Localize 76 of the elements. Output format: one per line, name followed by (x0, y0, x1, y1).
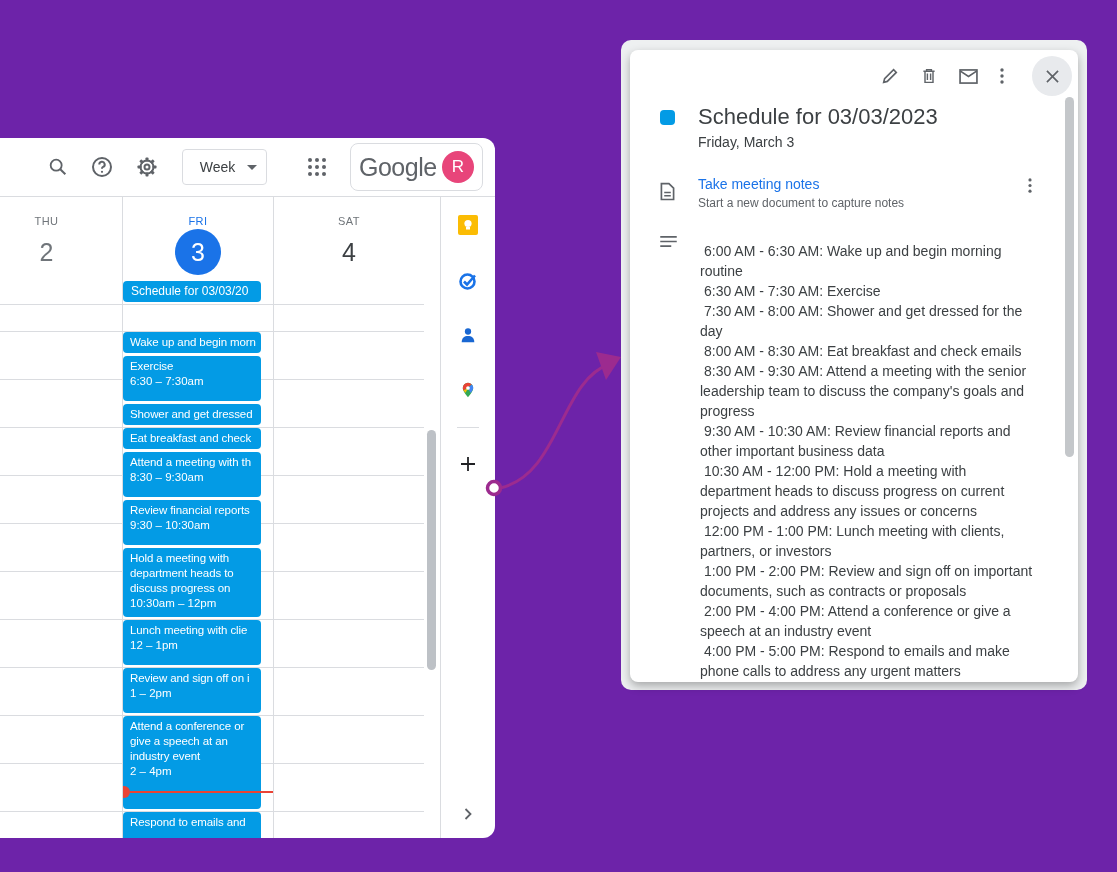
event-title: Lunch meeting with clie (130, 623, 249, 638)
event-date: Friday, March 3 (698, 134, 796, 150)
view-dropdown[interactable]: Week (182, 149, 267, 185)
description-line: 2:00 PM - 4:00 PM: Attend a conference or give a speech at an industry event (700, 602, 1012, 641)
close-icon (1045, 69, 1059, 83)
day-name: SAT (337, 215, 361, 227)
event-time: 9:30 – 10:30am (130, 518, 211, 533)
event-block[interactable]: Lunch meeting with clie 12 – 1pm (123, 620, 261, 665)
event-time: 6:30 – 7:30am (130, 374, 205, 389)
edit-icon[interactable] (881, 67, 899, 85)
description-line: 7:30 AM - 8:00 AM: Shower and get dressed for the day (700, 302, 1024, 341)
search-icon[interactable] (47, 156, 69, 178)
event-title: Eat breakfast and check (130, 431, 253, 446)
chevron-right-icon[interactable] (464, 808, 472, 820)
scrollbar[interactable] (1065, 97, 1074, 457)
description-line: 6:00 AM - 6:30 AM: Wake up and begin morning routine (700, 242, 1003, 281)
description-line: 1:00 PM - 2:00 PM: Review and sign off on important documents, such as contracts or proposals (700, 562, 1034, 601)
event-time: 8:30 – 9:30am (130, 470, 205, 485)
description-line: 8:30 AM - 9:30 AM: Attend a meeting with the senior leadership team to discuss the company's goals and progress (700, 362, 1028, 421)
event-title: Attend a conference or give a speech at an industry event (130, 719, 246, 764)
event-time: 10:30am – 12pm (130, 596, 218, 611)
event-title: Hold a meeting with department heads to discuss progress on (130, 551, 235, 596)
description-line: 10:30 AM - 12:00 PM: Hold a meeting with department heads to discuss progress on current projects and address any issues or concerns (700, 462, 1006, 521)
description-line: 8:00 AM - 8:30 AM: Eat breakfast and check emails (703, 342, 1023, 361)
apps-icon[interactable] (307, 157, 327, 177)
meeting-notes-link[interactable]: Take meeting notes (698, 176, 905, 192)
event-block[interactable]: Exercise 6:30 – 7:30am (123, 356, 261, 401)
logo-text: Google (359, 152, 437, 182)
event-title: Exercise (130, 359, 175, 374)
event-block[interactable]: Review financial reports 9:30 – 10:30am (123, 500, 261, 545)
day-name: THU (34, 215, 59, 227)
event-title: Schedule for 03/03/2023 (698, 103, 938, 131)
description-line: 4:00 PM - 5:00 PM: Respond to emails and make phone calls to address any urgent matters (700, 642, 1011, 681)
description-line: 12:00 PM - 1:00 PM: Lunch meeting with clients, partners, or investors (700, 522, 1006, 561)
event-block[interactable]: Shower and get dressed (123, 404, 261, 425)
close-button[interactable] (1032, 56, 1072, 96)
task-check-icon[interactable] (458, 271, 478, 291)
event-block[interactable]: Hold a meeting with department heads to discuss progress on 10:30am – 12pm (123, 548, 261, 617)
add-icon[interactable] (460, 456, 476, 472)
person-icon[interactable] (459, 327, 477, 345)
event-time: 12 – 1pm (130, 638, 179, 653)
more-icon[interactable] (1028, 178, 1032, 193)
day-number[interactable]: 2 (23, 229, 70, 275)
event-block[interactable]: Attend a conference or give a speech at an industry event 2 – 4pm (123, 716, 261, 809)
avatar[interactable]: R (442, 151, 474, 183)
event-block[interactable]: Attend a meeting with th 8:30 – 9:30am (123, 452, 261, 497)
delete-icon[interactable] (921, 67, 937, 85)
event-block[interactable]: Respond to emails and (123, 812, 261, 838)
event-block[interactable]: Wake up and begin morn (123, 332, 261, 353)
event-title: Wake up and begin morn (130, 335, 257, 350)
event-title: Attend a meeting with th (130, 455, 252, 470)
document-icon (660, 182, 675, 201)
account-button[interactable]: Google R (350, 143, 483, 191)
day-number[interactable]: 4 (326, 229, 372, 275)
description-line: 6:30 AM - 7:30 AM: Exercise (703, 282, 882, 301)
event-title: Review and sign off on i (130, 671, 251, 686)
event-time: 2 – 4pm (130, 764, 173, 779)
mail-icon[interactable] (959, 68, 978, 84)
more-icon[interactable] (1000, 68, 1004, 84)
day-number[interactable]: 3 (175, 229, 221, 275)
map-pin-icon[interactable] (460, 381, 476, 399)
event-title: Review financial reports (130, 503, 251, 518)
event-block[interactable]: Eat breakfast and check (123, 428, 261, 449)
description-icon (660, 236, 677, 247)
caret-icon (247, 164, 258, 170)
all-day-event[interactable]: Schedule for 03/03/20 (123, 281, 261, 302)
help-icon[interactable] (90, 155, 114, 179)
scrollbar[interactable] (427, 430, 436, 670)
attachment-subtitle: Start a new document to capture notes (698, 196, 905, 210)
day-name: FRI (188, 215, 208, 227)
event-block[interactable]: Review and sign off on i 1 – 2pm (123, 668, 261, 713)
event-title: Respond to emails and (130, 815, 247, 830)
event-time: 1 – 2pm (130, 686, 173, 701)
event-title: Shower and get dressed (130, 407, 254, 422)
settings-icon[interactable] (135, 155, 159, 179)
description-line: 9:30 AM - 10:30 AM: Review financial reports and other important business data (700, 422, 1012, 461)
